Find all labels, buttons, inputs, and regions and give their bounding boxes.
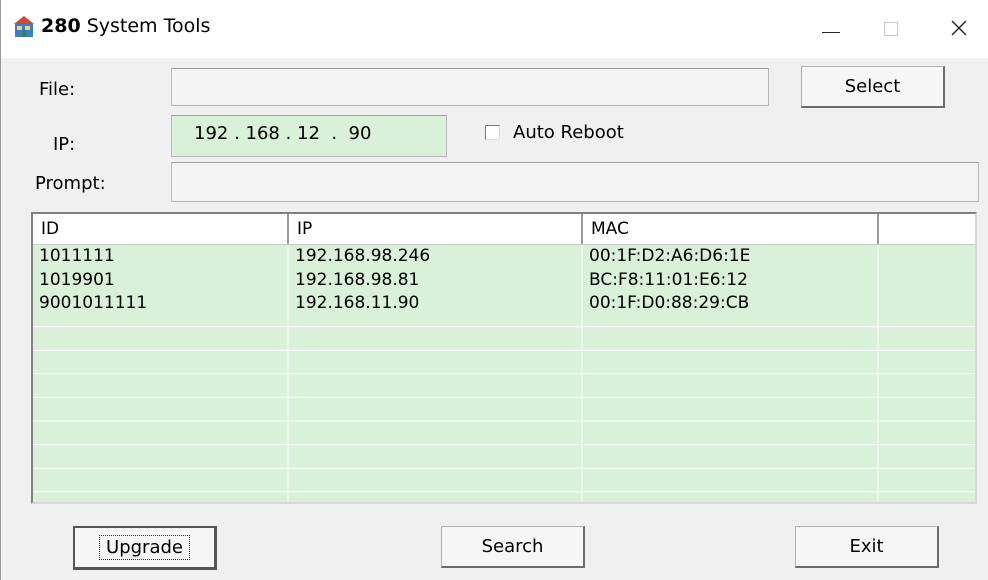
cell-id: 1011111 <box>39 246 115 266</box>
device-list[interactable]: ID IP MAC 1011111 192.168.98.246 00:1F:D2:… <box>31 212 977 504</box>
cell-id: 9001011111 <box>39 293 148 314</box>
ip-address-field[interactable]: 192 . 168 . 12 . 90 <box>171 115 447 157</box>
cell-mac: 00:1F:D2:A6:D6:1E <box>589 246 751 266</box>
cell-extra <box>879 269 975 293</box>
table-row[interactable]: 9001011111 192.168.11.90 00:1F:D0:88:29:CB <box>33 292 975 316</box>
maximize-button[interactable] <box>861 0 921 58</box>
close-button[interactable] <box>929 0 988 58</box>
upgrade-button[interactable]: Upgrade <box>73 526 217 570</box>
exit-button[interactable]: Exit <box>795 526 939 568</box>
column-header-mac[interactable]: MAC <box>583 214 879 244</box>
cell-extra <box>879 245 975 269</box>
cell-mac: BC:F8:11:01:E6:12 <box>589 269 748 290</box>
device-rows: 1011111 192.168.98.246 00:1F:D2:A6:D6:1E 10… <box>33 245 975 316</box>
search-button-label: Search <box>481 536 544 557</box>
column-header-ip[interactable]: IP <box>289 214 583 244</box>
minimize-icon <box>822 26 840 33</box>
search-button[interactable]: Search <box>441 526 585 568</box>
prompt-label: Prompt: <box>35 173 106 194</box>
cell-ip: 192.168.11.90 <box>295 293 420 314</box>
window-title-text: System Tools <box>80 15 211 37</box>
app-icon <box>13 14 35 38</box>
cell-ip: 192.168.98.81 <box>295 269 420 290</box>
column-header-extra[interactable] <box>879 214 975 244</box>
cell-mac: 00:1F:D0:88:29:CB <box>589 293 750 314</box>
maximize-icon <box>884 22 898 36</box>
app-window: 280 System Tools File: Select IP: 192 . … <box>0 0 988 580</box>
upgrade-button-label: Upgrade <box>99 535 190 560</box>
table-row[interactable]: 1019901 192.168.98.81 BC:F8:11:01:E6:12 <box>33 269 975 293</box>
window-title-number: 280 <box>41 15 81 37</box>
minimize-button[interactable] <box>801 0 861 58</box>
cell-ip: 192.168.98.246 <box>295 246 431 266</box>
prompt-field <box>171 162 979 202</box>
file-label: File: <box>39 79 76 100</box>
column-header-id[interactable]: ID <box>33 214 289 244</box>
select-button-label: Select <box>844 76 901 97</box>
select-button[interactable]: Select <box>801 66 945 108</box>
title-bar: 280 System Tools <box>1 0 988 58</box>
auto-reboot-label: Auto Reboot <box>513 122 624 143</box>
close-icon <box>951 17 967 41</box>
cell-extra <box>879 292 975 316</box>
exit-button-label: Exit <box>849 536 884 557</box>
window-title: 280 System Tools <box>41 13 210 39</box>
ip-label: IP: <box>53 134 76 155</box>
device-list-header: ID IP MAC <box>33 214 975 245</box>
cell-id: 1019901 <box>39 269 115 290</box>
file-path-field[interactable] <box>171 68 769 106</box>
auto-reboot-checkbox[interactable] <box>485 125 500 140</box>
table-row[interactable]: 1011111 192.168.98.246 00:1F:D2:A6:D6:1E <box>33 245 975 269</box>
